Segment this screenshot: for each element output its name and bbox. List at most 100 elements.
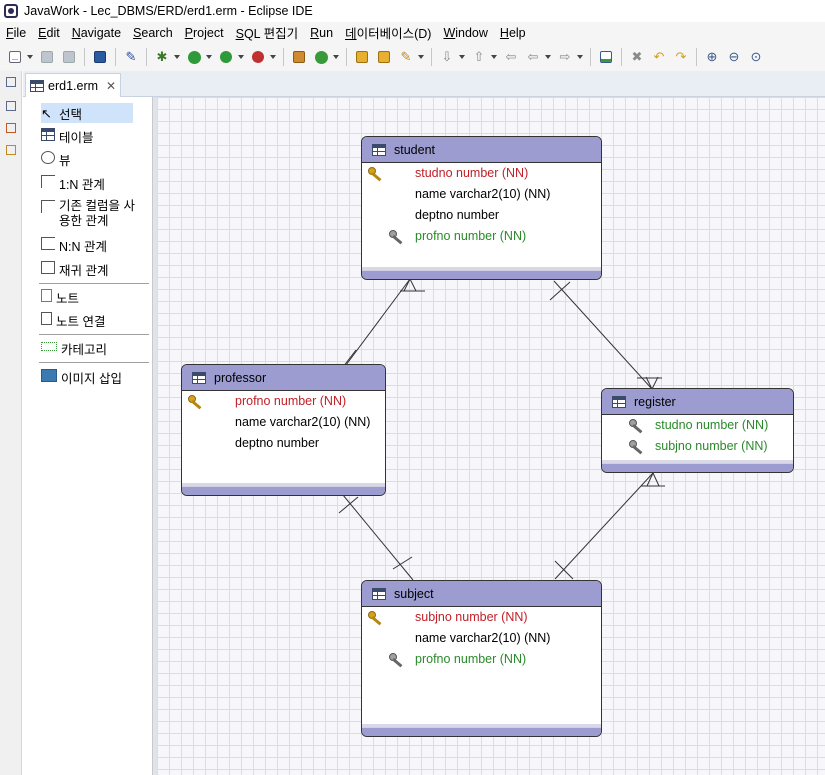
column[interactable]: name varchar2(10) (NN) [415, 631, 550, 645]
zoom-fit-icon[interactable]: ⊙ [747, 48, 765, 66]
column[interactable]: subjno number (NN) [655, 439, 768, 453]
table-register[interactable]: register studno number (NN) subjno numbe… [601, 388, 794, 473]
open-type-icon[interactable] [353, 48, 371, 66]
hierarchy-icon[interactable] [6, 123, 16, 133]
add-note-icon[interactable] [597, 48, 615, 66]
primary-key-icon [188, 395, 202, 410]
editor-tab-bar: erd1.erm ✕ [23, 71, 825, 97]
relationship-line[interactable] [342, 494, 414, 581]
palette-item-relation-1n[interactable]: 1:N 관계 [41, 174, 105, 193]
new-dropdown[interactable] [26, 48, 33, 66]
tab-erd1-erm[interactable]: erd1.erm ✕ [25, 73, 121, 97]
undo-icon[interactable]: ↶ [650, 48, 668, 66]
palette-item-table[interactable]: 테이블 [41, 127, 94, 146]
new-package-icon[interactable] [290, 48, 308, 66]
zoom-in-icon[interactable]: ⊕ [703, 48, 721, 66]
coverage-dropdown[interactable] [237, 48, 244, 66]
forward-dropdown[interactable] [576, 48, 583, 66]
search-dropdown[interactable] [417, 48, 424, 66]
column[interactable]: deptno number [415, 208, 499, 222]
debug-icon[interactable]: ✱ [153, 48, 171, 66]
new-class-icon[interactable] [312, 48, 330, 66]
column[interactable]: name varchar2(10) (NN) [415, 187, 550, 201]
redo-icon[interactable]: ↷ [672, 48, 690, 66]
menu-run[interactable]: Run [304, 26, 339, 40]
table-professor[interactable]: professor profno number (NN) name varcha… [181, 364, 386, 496]
close-icon[interactable]: ✕ [106, 79, 116, 93]
run-dropdown[interactable] [205, 48, 212, 66]
palette-item-view[interactable]: 뷰 [41, 150, 71, 169]
column[interactable]: profno number (NN) [415, 229, 526, 243]
table-header[interactable]: professor [182, 365, 385, 391]
next-annotation-icon[interactable]: ⇩ [438, 48, 456, 66]
save-all-icon[interactable] [60, 48, 78, 66]
one-marker [338, 496, 359, 514]
menu-file[interactable]: File [0, 26, 32, 40]
palette-item-note-connection[interactable]: 노트 연결 [41, 311, 105, 330]
next-annotation-dropdown[interactable] [458, 48, 465, 66]
back-icon[interactable]: ⇦ [524, 48, 542, 66]
column[interactable]: name varchar2(10) (NN) [235, 415, 370, 429]
relation-existing-column-icon [41, 200, 55, 213]
coverage-icon[interactable] [217, 48, 235, 66]
previous-annotation-icon[interactable]: ⇧ [470, 48, 488, 66]
relationship-line[interactable] [345, 278, 411, 366]
table-header[interactable]: student [362, 137, 601, 163]
relationship-line[interactable] [553, 280, 653, 390]
table-name: professor [214, 370, 267, 385]
open-task-icon[interactable] [375, 48, 393, 66]
new-class-dropdown[interactable] [332, 48, 339, 66]
menu-project[interactable]: Project [179, 26, 230, 40]
skip-breakpoints-icon[interactable]: ✎ [122, 48, 140, 66]
menu-help[interactable]: Help [494, 26, 532, 40]
palette-item-select[interactable]: ↖ 선택 [41, 103, 133, 123]
title-bar: JavaWork - Lec_DBMS/ERD/erd1.erm - Eclip… [0, 0, 825, 22]
outline-icon[interactable] [6, 145, 16, 155]
menu-edit[interactable]: Edit [32, 26, 66, 40]
debug-dropdown[interactable] [173, 48, 180, 66]
table-header[interactable]: register [602, 389, 793, 415]
external-tools-dropdown[interactable] [269, 48, 276, 66]
table-icon [372, 143, 386, 156]
menu-database[interactable]: 데이터베이스(D) [339, 23, 437, 42]
search-icon[interactable]: ✎ [397, 48, 415, 66]
palette-item-relation-nn[interactable]: N:N 관계 [41, 236, 107, 255]
tab-label: erd1.erm [48, 78, 99, 93]
palette-item-insert-image[interactable]: 이미지 삽입 [41, 368, 122, 387]
column[interactable]: subjno number (NN) [415, 610, 528, 624]
previous-annotation-dropdown[interactable] [490, 48, 497, 66]
restore-icon[interactable] [6, 77, 16, 87]
menu-search[interactable]: Search [127, 26, 179, 40]
new-icon[interactable] [6, 48, 24, 66]
palette-item-category[interactable]: 카테고리 [41, 339, 107, 358]
palette-item-self-relation[interactable]: 재귀 관계 [41, 260, 108, 279]
delete-icon[interactable]: ✖ [628, 48, 646, 66]
package-explorer-icon[interactable] [6, 101, 16, 111]
palette-item-relation-existing-column[interactable]: 기존 컬럼을 사용한 관계 [41, 199, 145, 229]
table-student[interactable]: student studno number (NN) name varchar2… [361, 136, 602, 280]
column[interactable]: studno number (NN) [415, 166, 528, 180]
menu-bar: File Edit Navigate Search Project SQL 편집… [0, 22, 825, 43]
run-icon[interactable] [185, 48, 203, 66]
column[interactable]: profno number (NN) [415, 652, 526, 666]
menu-sql-editor[interactable]: SQL 편집기 [230, 23, 305, 42]
column[interactable]: profno number (NN) [235, 394, 346, 408]
last-edit-icon[interactable]: ⇦ [502, 48, 520, 66]
palette-label: 이미지 삽입 [61, 372, 122, 386]
back-dropdown[interactable] [544, 48, 551, 66]
external-tools-icon[interactable] [249, 48, 267, 66]
column[interactable]: studno number (NN) [655, 418, 768, 432]
menu-navigate[interactable]: Navigate [66, 26, 127, 40]
table-header[interactable]: subject [362, 581, 601, 607]
forward-icon[interactable]: ⇨ [556, 48, 574, 66]
erd-canvas[interactable]: student studno number (NN) name varchar2… [157, 97, 825, 775]
terminal-icon[interactable] [91, 48, 109, 66]
palette-item-note[interactable]: 노트 [41, 288, 79, 307]
relationship-line[interactable] [554, 472, 654, 580]
zoom-out-icon[interactable]: ⊖ [725, 48, 743, 66]
save-icon[interactable] [38, 48, 56, 66]
menu-window[interactable]: Window [437, 26, 493, 40]
table-icon [372, 587, 386, 600]
table-subject[interactable]: subject subjno number (NN) name varchar2… [361, 580, 602, 737]
column[interactable]: deptno number [235, 436, 319, 450]
